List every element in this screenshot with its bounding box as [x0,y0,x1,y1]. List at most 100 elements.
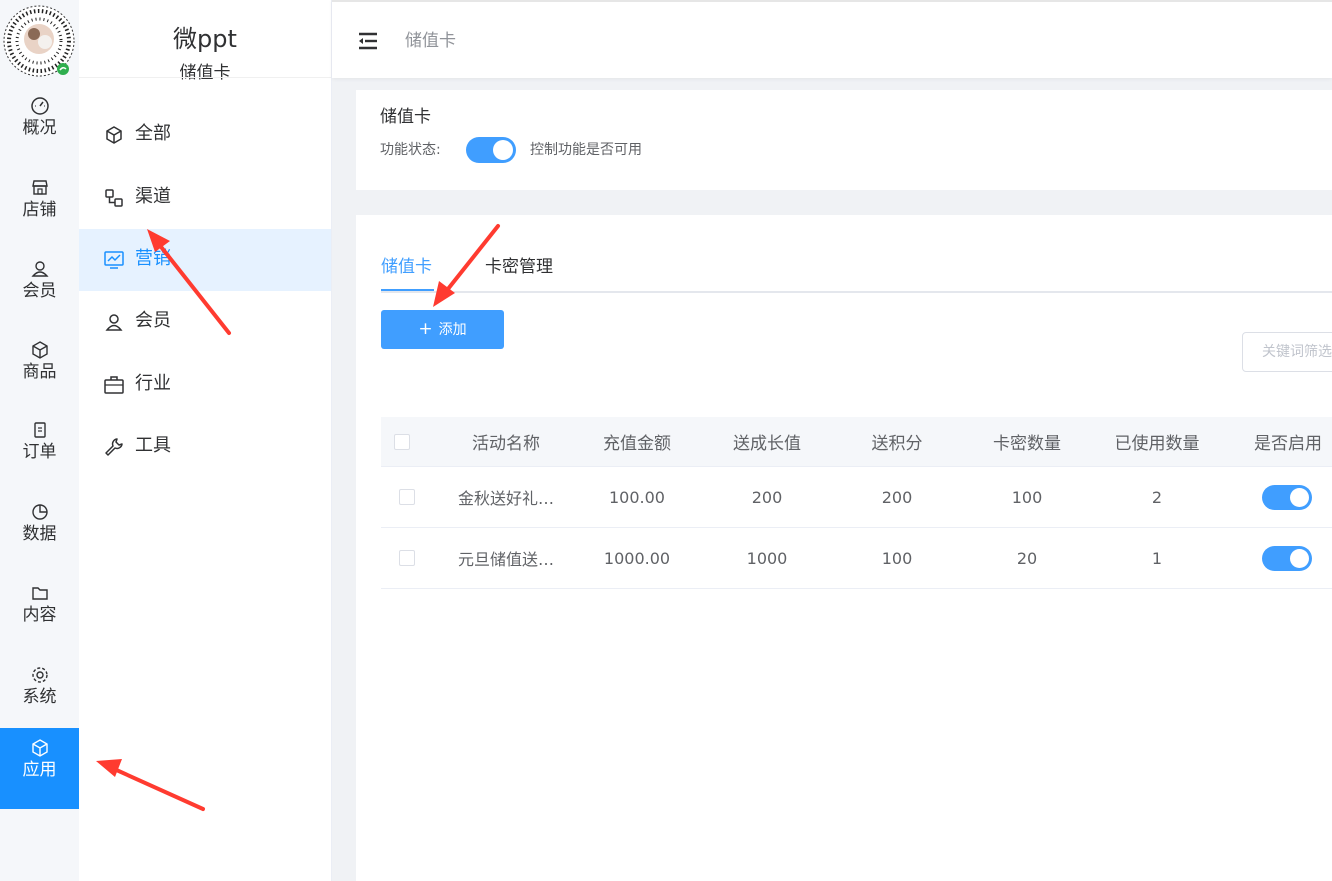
user-icon [30,261,49,277]
cell-activity-name: 元旦储值送… [457,550,554,569]
cell-activity-name: 金秋送好礼… [457,489,554,508]
sidebar-item-label: 工具 [135,435,171,456]
filter-placeholder: 关键词筛选 [1262,344,1332,360]
cube-icon [31,739,48,757]
sidebar-item-label: 行业 [135,373,171,394]
rail-item-orders[interactable]: 订单 [0,410,79,490]
sidebar-item-label: 营销 [135,248,171,269]
mini-program-qr-logo [3,5,75,77]
cell-points: 200 [881,487,913,507]
rail-item-label: 应用 [22,760,57,780]
brand-subtitle: 储值卡 [179,63,231,83]
column-header: 已使用数量 [1114,434,1200,454]
main-card: 储值卡 卡密管理 + 添加 关键词筛选 活动名称 充值金额 送成长值 送积分 卡密… [356,215,1332,881]
cell-growth-value: 1000 [746,548,788,568]
cell-enabled [1262,467,1312,527]
pie-chart-icon [31,504,48,520]
monitor-chart-icon [104,251,124,269]
cell-points: 100 [881,548,913,568]
user-icon [105,314,123,331]
clipboard-icon [33,422,46,438]
status-description: 控制功能是否可用 [530,142,642,158]
table-header: 活动名称 充值金额 送成长值 送积分 卡密数量 已使用数量 是否启用 [381,417,1332,467]
cell-enabled [1262,528,1312,588]
rail-item-label: 概况 [22,118,57,138]
rail-item-shop[interactable]: 店铺 [0,168,79,248]
divider [79,77,331,78]
rail-item-label: 订单 [22,442,57,462]
enabled-switch[interactable] [1262,545,1312,571]
sidebar-item-tools[interactable]: 工具 [79,416,331,478]
tab-stored-value-card[interactable]: 储值卡 [381,253,432,281]
wrench-icon [105,438,123,456]
column-header: 送积分 [871,434,923,454]
row-checkbox[interactable] [399,550,415,566]
feature-status-switch[interactable] [466,137,516,163]
rail-item-label: 内容 [22,605,57,625]
dashboard-icon [30,97,49,115]
row-select-cell [398,467,416,527]
sidebar-item-members[interactable]: 会员 [79,291,331,353]
secondary-sidebar: 微ppt 储值卡 全部 渠道 营销 会员 行业 工具 [79,0,332,881]
gear-icon [31,667,48,683]
cube-icon [106,126,122,144]
tabs: 储值卡 卡密管理 [381,253,1332,293]
rail-item-label: 会员 [22,281,57,301]
sidebar-item-marketing[interactable]: 营销 [79,229,331,291]
rail-item-label: 系统 [22,687,57,707]
box-icon [31,341,48,359]
sidebar-item-label: 全部 [135,123,171,144]
rail-item-apps[interactable]: 应用 [0,728,79,809]
channel-icon [105,189,123,207]
table-row: 元旦储值送… 1000.00 1000 100 20 1 [381,528,1332,589]
select-all-checkbox[interactable] [394,433,410,450]
rail-item-products[interactable]: 商品 [0,330,79,410]
brand-name: 微ppt [173,25,237,53]
rail-item-overview[interactable]: 概况 [0,86,79,166]
cell-growth-value: 200 [751,487,783,507]
column-header: 送成长值 [733,434,801,454]
column-header: 卡密数量 [993,434,1061,454]
rail-item-content[interactable]: 内容 [0,573,79,653]
top-header: 储值卡 [332,0,1332,78]
add-button[interactable]: + 添加 [381,310,504,349]
rail-item-members[interactable]: 会员 [0,249,79,329]
cards-table: 活动名称 充值金额 送成长值 送积分 卡密数量 已使用数量 是否启用 金秋送好礼… [381,417,1332,589]
sidebar-item-channel[interactable]: 渠道 [79,167,331,229]
sidebar-item-label: 渠道 [135,186,171,207]
sidebar-item-industry[interactable]: 行业 [79,354,331,416]
status-label: 功能状态: [380,142,441,158]
sidebar-item-all[interactable]: 全部 [79,104,331,166]
table-row: 金秋送好礼… 100.00 200 200 100 2 [381,467,1332,528]
briefcase-icon [104,376,124,394]
tab-active-indicator [381,289,434,291]
rail-item-system[interactable]: 系统 [0,655,79,735]
row-checkbox[interactable] [399,489,415,505]
add-button-label: 添加 [438,322,467,338]
app-rail: 概况 店铺 会员 商品 订单 数据 内容 系统 应用 [0,0,79,881]
cell-used-count: 1 [1151,548,1163,568]
rail-item-label: 数据 [22,524,57,544]
column-header: 活动名称 [472,434,540,454]
sidebar-item-label: 会员 [135,310,171,331]
cell-card-count: 100 [1011,487,1043,507]
feature-status-card: 储值卡 功能状态: 控制功能是否可用 [356,90,1332,190]
breadcrumb[interactable]: 储值卡 [405,28,456,54]
shop-icon [31,180,48,195]
cell-recharge-amount: 100.00 [609,487,665,507]
row-select-cell [398,528,416,588]
column-header: 充值金额 [603,434,671,454]
rail-item-label: 店铺 [22,200,57,220]
keyword-filter-input[interactable]: 关键词筛选 [1242,332,1332,372]
cell-used-count: 2 [1151,487,1163,507]
plus-icon: + [418,319,433,339]
select-all-cell [393,417,411,466]
cell-card-count: 20 [1016,548,1038,568]
cell-recharge-amount: 1000.00 [603,548,671,568]
rail-item-data[interactable]: 数据 [0,492,79,572]
menu-fold-icon[interactable] [358,32,378,50]
rail-item-label: 商品 [22,362,57,382]
column-header: 是否启用 [1254,434,1322,454]
enabled-switch[interactable] [1262,484,1312,510]
tab-card-key-management[interactable]: 卡密管理 [485,253,553,281]
